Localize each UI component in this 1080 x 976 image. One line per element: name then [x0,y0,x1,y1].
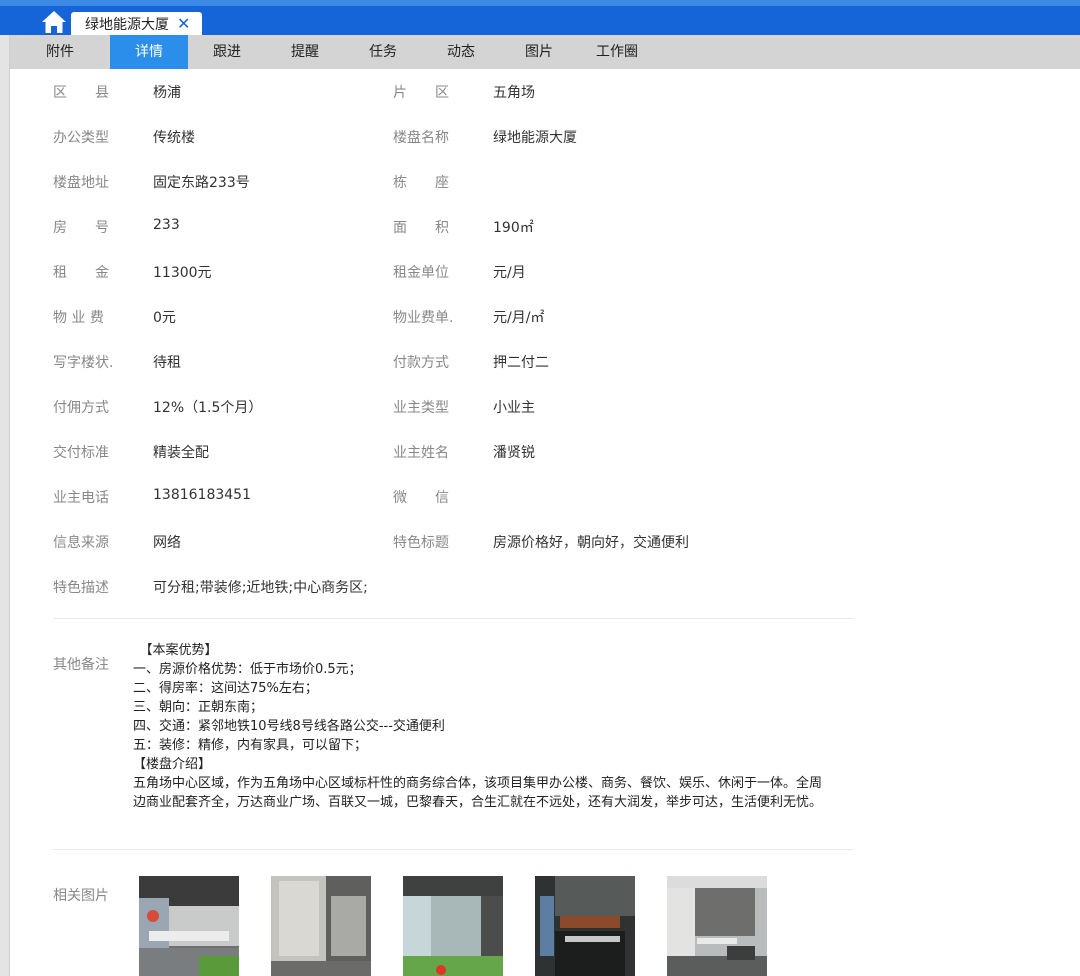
home-icon[interactable] [40,9,68,35]
field-label: 写字楼状. [53,355,114,371]
field-label: 租金单位 [393,265,449,281]
field-value: 杨浦 [153,85,181,101]
section-divider [53,618,853,619]
notes-label: 其他备注 [53,657,109,673]
field-value: 绿地能源大厦 [493,130,577,146]
open-tab-title: 绿地能源大厦 [85,16,169,33]
field-value: 房源价格好，朝向好，交通便利 [493,535,689,551]
field-value: 11300元 [153,265,212,281]
tab-followup[interactable]: 跟进 [188,35,266,69]
notes-paragraph: 五角场中心区域，作为五角场中心区域标杆性的商务综合体，该项目集甲办公楼、商务、餐… [133,776,823,810]
window-tabbar: 绿地能源大厦 ✕ [0,0,1080,35]
tab-workcircle[interactable]: 工作圈 [578,35,656,69]
field-label: 物业费单. [393,310,454,326]
detail-content: 区 县 杨浦 片 区 五角场 办公类型 传统楼 楼盘名称 绿地能源大厦 楼盘地址… [10,69,1080,976]
notes-line: 五：装修：精修，内有家具，可以留下； [133,738,368,753]
field-label: 片 区 [393,85,449,101]
notes-line: 一、房源价格优势：低于市场价0.5元； [133,662,362,677]
field-label: 信息来源 [53,535,109,551]
office-photo-thumbnail[interactable] [667,876,767,976]
office-photo-thumbnail[interactable] [535,876,635,976]
field-value: 233 [153,217,180,233]
field-label: 交付标准 [53,445,109,461]
field-label: 微 信 [393,490,449,506]
field-value: 0元 [153,310,176,326]
field-label: 楼盘地址 [53,175,109,191]
notes-line: 四、交通：紧邻地铁10号线8号线各路公交---交通便利 [133,719,445,734]
office-photo-thumbnail[interactable] [271,876,371,976]
field-value: 元/月/㎡ [493,310,545,326]
field-value: 13816183451 [153,487,251,503]
office-photo-thumbnail[interactable] [139,876,239,976]
field-value: 12%（1.5个月） [153,400,263,416]
field-value: 190㎡ [493,220,534,236]
tab-attachments[interactable]: 附件 [10,35,110,69]
field-value: 精装全配 [153,445,209,461]
field-label: 面 积 [393,220,449,236]
tab-pictures[interactable]: 图片 [500,35,578,69]
close-icon[interactable]: ✕ [177,15,190,32]
field-label: 特色描述 [53,580,109,596]
field-value: 传统楼 [153,130,195,146]
field-value: 五角场 [493,85,535,101]
tab-details[interactable]: 详情 [110,35,188,69]
notes-text: 【本案优势】 一、房源价格优势：低于市场价0.5元； 二、得房率：这间达75%左… [133,641,833,812]
field-label: 区 县 [53,85,109,101]
field-label: 业主类型 [393,400,449,416]
field-label: 业主姓名 [393,445,449,461]
field-value: 潘贤锐 [493,445,535,461]
field-label: 栋 座 [393,175,449,191]
field-label: 房 号 [53,220,109,236]
field-value: 固定东路233号 [153,175,250,191]
field-label: 楼盘名称 [393,130,449,146]
pictures-label: 相关图片 [53,888,109,904]
field-value: 押二付二 [493,355,549,371]
field-label: 业主电话 [53,490,109,506]
field-label: 物 业 费 [53,310,104,326]
section-divider [53,849,853,850]
field-label: 特色标题 [393,535,449,551]
field-value: 网络 [153,535,181,551]
tab-activity[interactable]: 动态 [422,35,500,69]
notes-line: 【本案优势】 [133,643,218,658]
field-label: 租 金 [53,265,109,281]
notes-line: 二、得房率：这间达75%左右； [133,681,318,696]
field-label: 付佣方式 [53,400,109,416]
field-value: 待租 [153,355,181,371]
tabbar-accent-strip [0,0,1080,6]
field-label: 付款方式 [393,355,449,371]
office-photo-thumbnail[interactable] [403,876,503,976]
tab-reminder[interactable]: 提醒 [266,35,344,69]
tab-task[interactable]: 任务 [344,35,422,69]
detail-subnav: 附件 详情 跟进 提醒 任务 动态 图片 工作圈 [10,35,1080,69]
field-value: 小业主 [493,400,535,416]
notes-line: 三、朝向：正朝东南； [133,700,264,715]
field-label: 办公类型 [53,130,109,146]
field-value: 元/月 [493,265,526,281]
notes-line: 【楼盘介绍】 [133,757,212,772]
field-value: 可分租;带装修;近地铁;中心商务区; [153,580,368,596]
open-tab[interactable]: 绿地能源大厦 ✕ [71,12,202,35]
left-edge-bar [0,35,10,976]
